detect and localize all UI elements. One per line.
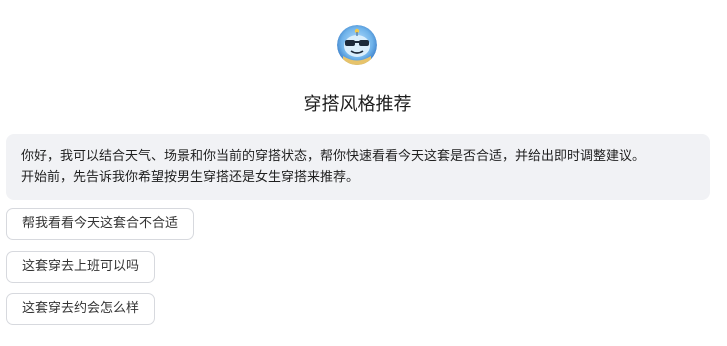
suggestion-chip-outfit-check[interactable]: 帮我看看今天这套合不合适 — [6, 208, 195, 240]
page-title: 穿搭风格推荐 — [303, 94, 412, 115]
message-line-2: 开始前，先告诉我你希望按男生穿搭还是女生穿搭来推荐。 — [21, 170, 360, 185]
suggestion-chip-date-outfit[interactable]: 这套穿去约会怎么样 — [6, 293, 156, 325]
chat-page: 穿搭风格推荐 你好，我可以结合天气、场景和你当前的穿搭状态，帮你快速看看今天这套… — [0, 0, 727, 346]
suggestion-chip-work-outfit[interactable]: 这套穿去上班可以吗 — [6, 251, 156, 283]
assistant-message-bubble: 你好，我可以结合天气、场景和你当前的穿搭状态，帮你快速看看今天这套是否合适，并给… — [6, 134, 710, 200]
robot-sunglasses-avatar-icon — [337, 25, 377, 65]
avatar — [337, 25, 377, 65]
message-line-1: 你好，我可以结合天气、场景和你当前的穿搭状态，帮你快速看看今天这套是否合适，并给… — [21, 149, 646, 164]
